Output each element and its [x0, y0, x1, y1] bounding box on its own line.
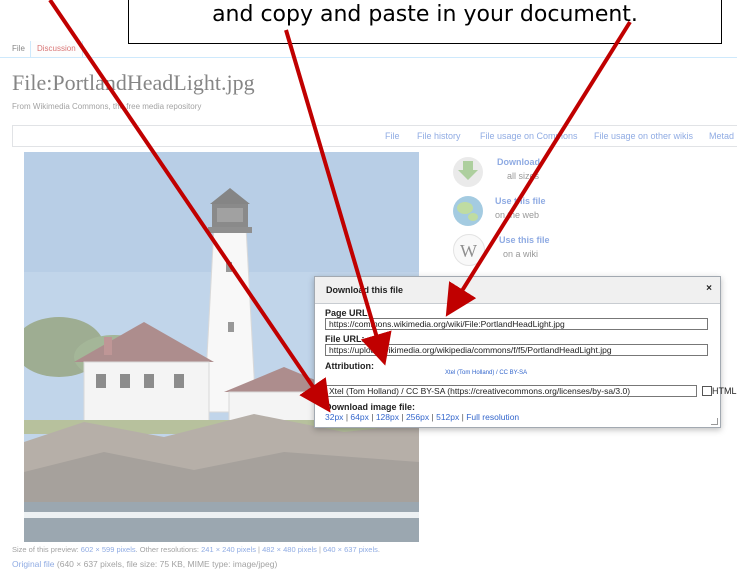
attribution-link[interactable]: Xtel (Tom Holland) / CC BY-SA	[445, 370, 527, 376]
res-link-482[interactable]: 482 × 480 pixels	[262, 545, 317, 554]
size-link-128[interactable]: 128px	[376, 412, 399, 422]
html-checkbox-label: HTML	[712, 386, 737, 396]
fnav-file-history[interactable]: File history	[417, 131, 461, 141]
resize-grip-icon[interactable]	[711, 418, 718, 425]
size-link-32[interactable]: 32px	[325, 412, 343, 422]
attribution-field[interactable]: Xtel (Tom Holland) / CC BY-SA (https://c…	[325, 385, 697, 397]
page-url-label: Page URL:	[325, 308, 371, 318]
fnav-file[interactable]: File	[385, 131, 400, 141]
dialog-title: Download this file	[326, 285, 404, 295]
fnav-metadata[interactable]: Metad	[709, 131, 734, 141]
close-icon[interactable]: ×	[706, 283, 712, 294]
size-link-256[interactable]: 256px	[406, 412, 429, 422]
preview-size-link[interactable]: 602 × 599 pixels	[81, 545, 136, 554]
globe-icon	[453, 196, 483, 226]
page-url-field[interactable]: https://commons.wikimedia.org/wiki/File:…	[325, 318, 708, 330]
attribution-label: Attribution:	[325, 361, 374, 371]
fnav-usage-commons[interactable]: File usage on Commons	[480, 131, 578, 141]
original-file-info: Original file (640 × 637 pixels, file si…	[12, 559, 278, 569]
res-link-241[interactable]: 241 × 240 pixels	[201, 545, 256, 554]
html-checkbox[interactable]	[702, 386, 712, 396]
file-url-label: File URL:	[325, 334, 365, 344]
file-url-field[interactable]: https://upload.wikimedia.org/wikipedia/c…	[325, 344, 708, 356]
svg-text:W: W	[460, 241, 477, 261]
page-title: File:PortlandHeadLight.jpg	[12, 70, 255, 95]
original-file-link[interactable]: Original file	[12, 559, 55, 569]
download-image-label: Download image file:	[325, 402, 416, 412]
instruction-callout: and copy and paste in your document.	[128, 0, 722, 44]
size-link-64[interactable]: 64px	[350, 412, 368, 422]
fnav-usage-other[interactable]: File usage on other wikis	[594, 131, 693, 141]
size-link-full[interactable]: Full resolution	[466, 412, 519, 422]
res-link-640[interactable]: 640 × 637 pixels	[323, 545, 378, 554]
tab-file[interactable]: File	[6, 41, 31, 57]
tab-discussion[interactable]: Discussion	[30, 41, 83, 57]
preview-size-info: Size of this preview: 602 × 599 pixels. …	[12, 545, 380, 554]
dialog-header: Download this file ×	[315, 277, 720, 304]
page-subtitle: From Wikimedia Commons, the free media r…	[12, 102, 202, 111]
download-icon	[453, 157, 483, 187]
download-dialog: Download this file × Page URL: https://c…	[314, 276, 737, 428]
wiki-icon: W	[453, 234, 485, 266]
file-section-nav: File File history File usage on Commons …	[12, 125, 737, 147]
download-size-links: 32px | 64px | 128px | 256px | 512px | Fu…	[325, 412, 520, 422]
size-link-512[interactable]: 512px	[436, 412, 459, 422]
